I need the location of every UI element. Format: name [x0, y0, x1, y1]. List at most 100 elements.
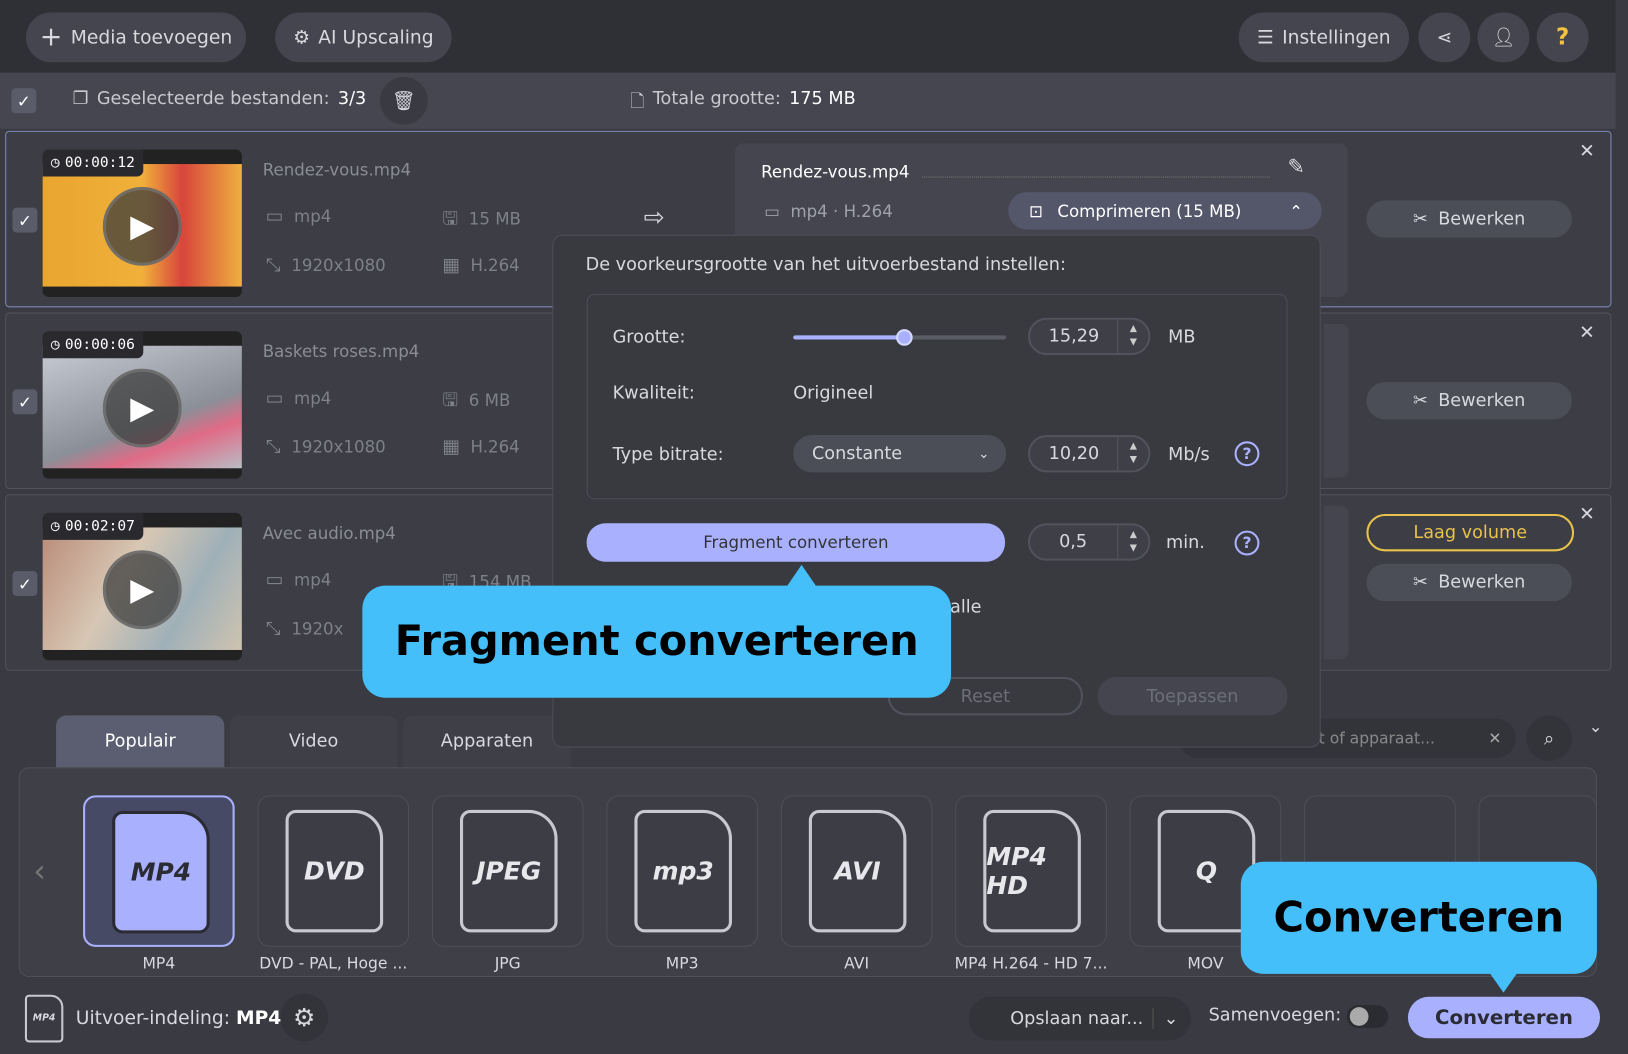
video-thumbnail[interactable]: ◷ 00:02:07 ▶	[42, 512, 242, 661]
format-icon: MP4 HD	[983, 809, 1081, 933]
ai-upscaling-button[interactable]: ⚙ AI Upscaling	[275, 12, 452, 63]
clock-icon: ◷	[50, 336, 60, 354]
file-checkbox[interactable]: ✓	[12, 207, 38, 233]
gear-icon: ⚙	[293, 1002, 316, 1033]
format-settings-button[interactable]: ⚙	[280, 993, 329, 1042]
file-container: mp4	[294, 388, 332, 409]
chevron-down-icon: ⌄	[1152, 1008, 1178, 1029]
resize-icon: ⤡	[265, 617, 281, 640]
rename-pencil-icon[interactable]: ✎	[1287, 154, 1304, 179]
format-tile[interactable]: MP4	[83, 795, 235, 947]
format-icon: mp3	[634, 809, 733, 933]
share-icon: ⋖	[1436, 26, 1453, 49]
scissors-icon: ✂	[1413, 572, 1428, 593]
edit-button[interactable]: ✂ Bewerken	[1366, 563, 1572, 602]
chevron-down-icon: ⌄	[978, 445, 990, 462]
chevron-up-icon: ⌃	[1289, 200, 1304, 221]
play-icon[interactable]: ▶	[102, 368, 182, 448]
size-stepper[interactable]: 15,29 ▲ ▼	[1027, 317, 1151, 356]
convert-button[interactable]: Converteren	[1407, 996, 1601, 1039]
convert-arrow-icon: ⇨	[643, 202, 665, 232]
stepper-arrows-icon[interactable]: ▲ ▼	[1117, 319, 1148, 354]
device-detect-button[interactable]: ⌕	[1526, 715, 1572, 762]
select-all-checkbox[interactable]: ✓	[11, 88, 37, 114]
format-tile[interactable]: AVI	[780, 795, 933, 947]
clear-search-icon[interactable]: ✕	[1488, 729, 1501, 748]
trash-icon: 🗑︎	[392, 89, 416, 112]
play-icon[interactable]: ▶	[102, 550, 182, 630]
duration-badge: ◷ 00:00:12	[42, 149, 144, 177]
settings-button[interactable]: ☰ Instellingen	[1238, 12, 1409, 63]
file-resolution: 1920x1080	[291, 255, 386, 276]
format-label: MP3	[665, 954, 699, 973]
bitrate-stepper[interactable]: 10,20 ▲ ▼	[1027, 435, 1151, 473]
files-icon: ❐	[72, 88, 89, 110]
compress-dropdown[interactable]: ⊡ Comprimeren (15 MB) ⌃	[1008, 192, 1322, 230]
codec-icon: ▦	[442, 436, 460, 458]
container-icon: ▭	[265, 205, 284, 228]
quality-value: Origineel	[793, 383, 874, 404]
format-tile[interactable]: DVD	[257, 795, 410, 947]
help-icon[interactable]: ?	[1234, 441, 1260, 467]
duration-badge: ◷ 00:00:06	[42, 331, 144, 359]
output-format-icon: MP4	[24, 994, 64, 1043]
play-icon[interactable]: ▶	[102, 186, 182, 266]
scissors-icon: ✂	[1413, 390, 1428, 412]
format-icon: AVI	[808, 809, 907, 933]
edit-button[interactable]: ✂ Bewerken	[1366, 200, 1572, 238]
tab-apparaten[interactable]: Apparaten	[402, 715, 572, 768]
stepper-arrows-icon[interactable]: ▲ ▼	[1117, 437, 1148, 471]
add-media-button[interactable]: + Media toevoegen	[25, 12, 247, 63]
edit-button[interactable]: ✂ Bewerken	[1366, 382, 1572, 420]
output-format: mp4 · H.264	[790, 201, 893, 222]
floppy-icon: 🖫	[442, 389, 459, 412]
file-size: 6 MB	[468, 390, 511, 411]
apply-button[interactable]: Toepassen	[1097, 676, 1288, 716]
remove-file-icon[interactable]: ✕	[1579, 322, 1595, 344]
format-label: MP4	[142, 954, 176, 973]
collapse-chevron-icon[interactable]: ⌄	[1589, 716, 1603, 736]
file-icon: 🗋	[630, 91, 645, 113]
video-thumbnail[interactable]: ◷ 00:00:12 ▶	[42, 149, 242, 297]
total-size: 🗋 Totale grootte: 175 MB	[630, 88, 855, 118]
file-name: Baskets roses.mp4	[262, 341, 420, 362]
size-slider[interactable]	[793, 329, 1007, 346]
bitrate-type-select[interactable]: Constante ⌄	[793, 435, 1007, 473]
format-tile[interactable]: mp3	[606, 795, 758, 947]
file-checkbox[interactable]: ✓	[12, 389, 38, 415]
search-device-icon: ⌕	[1543, 727, 1555, 750]
video-thumbnail[interactable]: ◷ 00:00:06 ▶	[42, 331, 242, 479]
format-tile[interactable]: MP4 HD	[955, 795, 1107, 947]
fragment-convert-button[interactable]: Fragment converteren	[586, 523, 1006, 562]
stepper-arrows-icon[interactable]: ▲ ▼	[1117, 525, 1148, 559]
file-container: mp4	[294, 570, 332, 590]
app-window: + Media toevoegen ⚙ AI Upscaling ☰ Instelli…	[0, 0, 1628, 1054]
fragment-length-stepper[interactable]: 0,5 ▲ ▼	[1027, 523, 1151, 561]
remove-file-icon[interactable]: ✕	[1579, 504, 1595, 526]
prev-arrow-icon[interactable]: ‹	[33, 853, 45, 889]
file-resolution: 1920x1080	[291, 437, 386, 457]
account-button[interactable]: 👤︎	[1477, 12, 1530, 63]
plus-icon: +	[39, 21, 63, 53]
format-tile[interactable]: JPEG	[431, 795, 584, 947]
file-checkbox[interactable]: ✓	[12, 571, 38, 596]
floppy-icon: 🖫	[442, 207, 459, 230]
container-icon: ▭	[265, 387, 284, 410]
user-icon: 👤︎	[1491, 26, 1516, 49]
share-button[interactable]: ⋖	[1418, 12, 1471, 63]
save-to-dropdown[interactable]: Opslaan naar... ⌄	[968, 996, 1191, 1041]
file-codec: H.264	[470, 437, 520, 457]
format-label: JPG	[494, 954, 521, 973]
remove-file-icon[interactable]: ✕	[1579, 140, 1595, 162]
help-icon[interactable]: ?	[1234, 530, 1260, 556]
merge-label: Samenvoegen:	[1208, 1005, 1342, 1026]
tab-video[interactable]: Video	[229, 715, 398, 768]
file-name: Rendez-vous.mp4	[262, 159, 412, 180]
format-icon: JPEG	[459, 809, 558, 933]
selected-files: ❐ Geselecteerde bestanden: 3/3	[72, 88, 367, 110]
delete-button[interactable]: 🗑︎	[380, 76, 428, 125]
tab-populair[interactable]: Populair	[56, 715, 225, 768]
merge-toggle[interactable]	[1346, 1005, 1389, 1028]
help-button[interactable]: ?	[1536, 12, 1589, 63]
low-volume-badge[interactable]: Laag volume	[1366, 513, 1575, 552]
